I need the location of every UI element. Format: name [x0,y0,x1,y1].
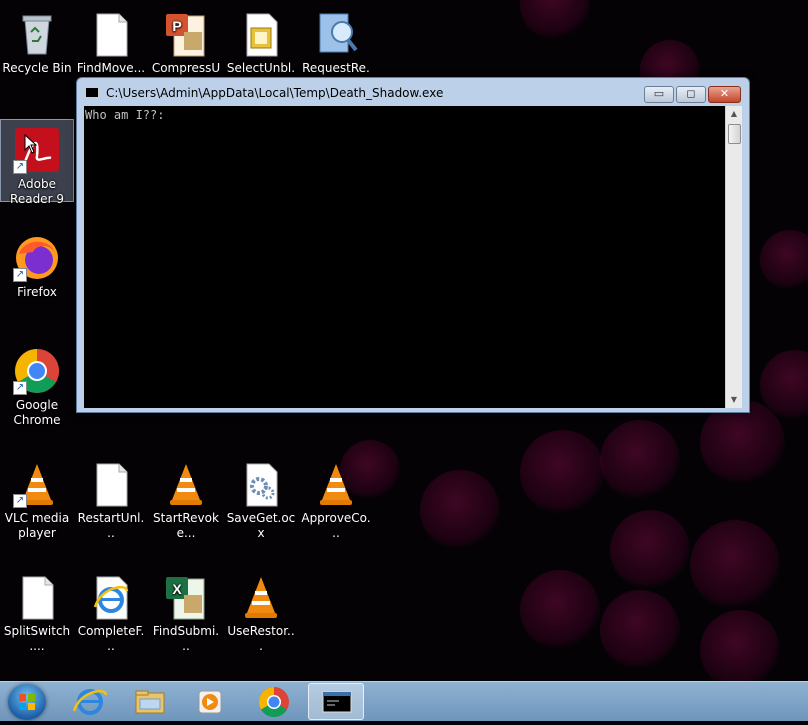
shortcut-arrow-icon: ↗ [13,160,27,174]
gear-file-icon [237,460,285,508]
folder-icon [135,690,165,714]
desktop-icon-restartunl[interactable]: RestartUnl... [74,454,148,554]
scroll-down-icon[interactable]: ▼ [726,392,742,408]
internet-explorer-icon [87,573,135,621]
desktop-icon-firefox[interactable]: ↗ Firefox [0,228,74,328]
scrollbar-thumb[interactable] [728,124,741,144]
console-prompt-text: Who am I??: [85,108,165,122]
vlc-icon: ↗ [13,460,61,508]
window-title: C:\Users\Admin\AppData\Local\Temp\Death_… [106,86,444,100]
blank-file-icon [13,573,61,621]
vlc-icon [237,573,285,621]
powerpoint-file-icon: P [162,10,210,58]
vlc-icon [312,460,360,508]
close-icon: ✕ [719,87,730,100]
minimize-button[interactable]: ▭ [644,86,674,103]
minimize-icon: ▭ [653,87,665,100]
desktop-icon-findsubmi[interactable]: X FindSubmi... [149,567,223,667]
desktop-icon-approveco[interactable]: ApproveCo... [299,454,373,554]
window-titlebar[interactable]: C:\Users\Admin\AppData\Local\Temp\Death_… [77,78,749,106]
desktop-icon-adobe-reader[interactable]: ↗ Adobe Reader 9 [0,119,74,206]
taskbar [0,681,808,721]
desktop-icon-saveget[interactable]: SaveGet.ocx [224,454,298,554]
maximize-button[interactable]: ◻ [676,86,706,103]
desktop-icon-label: FindSubmi... [152,624,220,653]
shortcut-arrow-icon: ↗ [13,381,27,395]
taskbar-internet-explorer[interactable] [62,683,118,720]
chrome-icon: ↗ [13,347,61,395]
recycle-bin-icon [13,10,61,58]
desktop-icon-label: VLC media player [4,511,70,540]
scroll-up-icon[interactable]: ▲ [726,106,742,122]
taskbar-file-explorer[interactable] [122,683,178,720]
vlc-icon [162,460,210,508]
firefox-icon: ↗ [13,234,61,282]
desktop-icon-label: ApproveCo... [301,511,371,540]
chrome-icon [258,687,289,718]
start-button[interactable] [8,684,46,720]
desktop-icon-userestor[interactable]: UseRestor... [224,567,298,667]
desktop-icon-label: Adobe Reader 9 [10,177,64,206]
desktop-icon-label: Google Chrome [13,398,61,427]
search-file-icon [312,10,360,58]
blank-file-icon [87,460,135,508]
desktop-icon-splitswitch[interactable]: SplitSwitch.... [0,567,74,667]
svg-text:P: P [172,18,181,34]
vertical-scrollbar[interactable]: ▲ ▼ [725,106,742,408]
console-app-icon [322,691,352,713]
desktop-icon-label: CompleteF... [77,624,145,653]
taskbar-chrome[interactable] [246,683,302,720]
excel-file-icon: X [162,573,210,621]
console-output-area[interactable]: Who am I??: [84,106,725,408]
desktop-icon-vlc[interactable]: ↗ VLC media player [0,454,74,554]
desktop-icon-startrevoke[interactable]: StartRevoke... [149,454,223,554]
desktop-icon-label: StartRevoke... [153,511,219,540]
maximize-icon: ◻ [686,87,696,100]
close-button[interactable]: ✕ [708,86,741,103]
svg-text:X: X [172,581,182,597]
desktop-icon-label: UseRestor... [227,624,295,653]
console-app-icon [85,87,99,98]
desktop-icon-label: Recycle Bin [2,61,72,75]
desktop-icon-completef[interactable]: CompleteF... [74,567,148,667]
desktop-icon-label: SplitSwitch.... [3,624,71,653]
taskbar-console-window[interactable] [308,683,364,720]
blank-file-icon [87,10,135,58]
shortcut-arrow-icon: ↗ [13,268,27,282]
desktop-icon-chrome[interactable]: ↗ Google Chrome [0,341,74,441]
image-file-icon [237,10,285,58]
media-player-icon [198,690,222,714]
mouse-cursor-icon [24,133,38,158]
internet-explorer-icon [72,689,108,715]
shortcut-arrow-icon: ↗ [13,494,27,508]
desktop-icon-label: Firefox [17,285,57,299]
desktop-icon-label: RestartUnl... [77,511,145,540]
desktop-icon-recycle-bin[interactable]: Recycle Bin [0,4,74,104]
console-window[interactable]: C:\Users\Admin\AppData\Local\Temp\Death_… [76,77,750,413]
desktop-icon-label: SaveGet.ocx [226,511,296,540]
windows-logo-icon [19,694,35,710]
taskbar-media-player[interactable] [182,683,238,720]
